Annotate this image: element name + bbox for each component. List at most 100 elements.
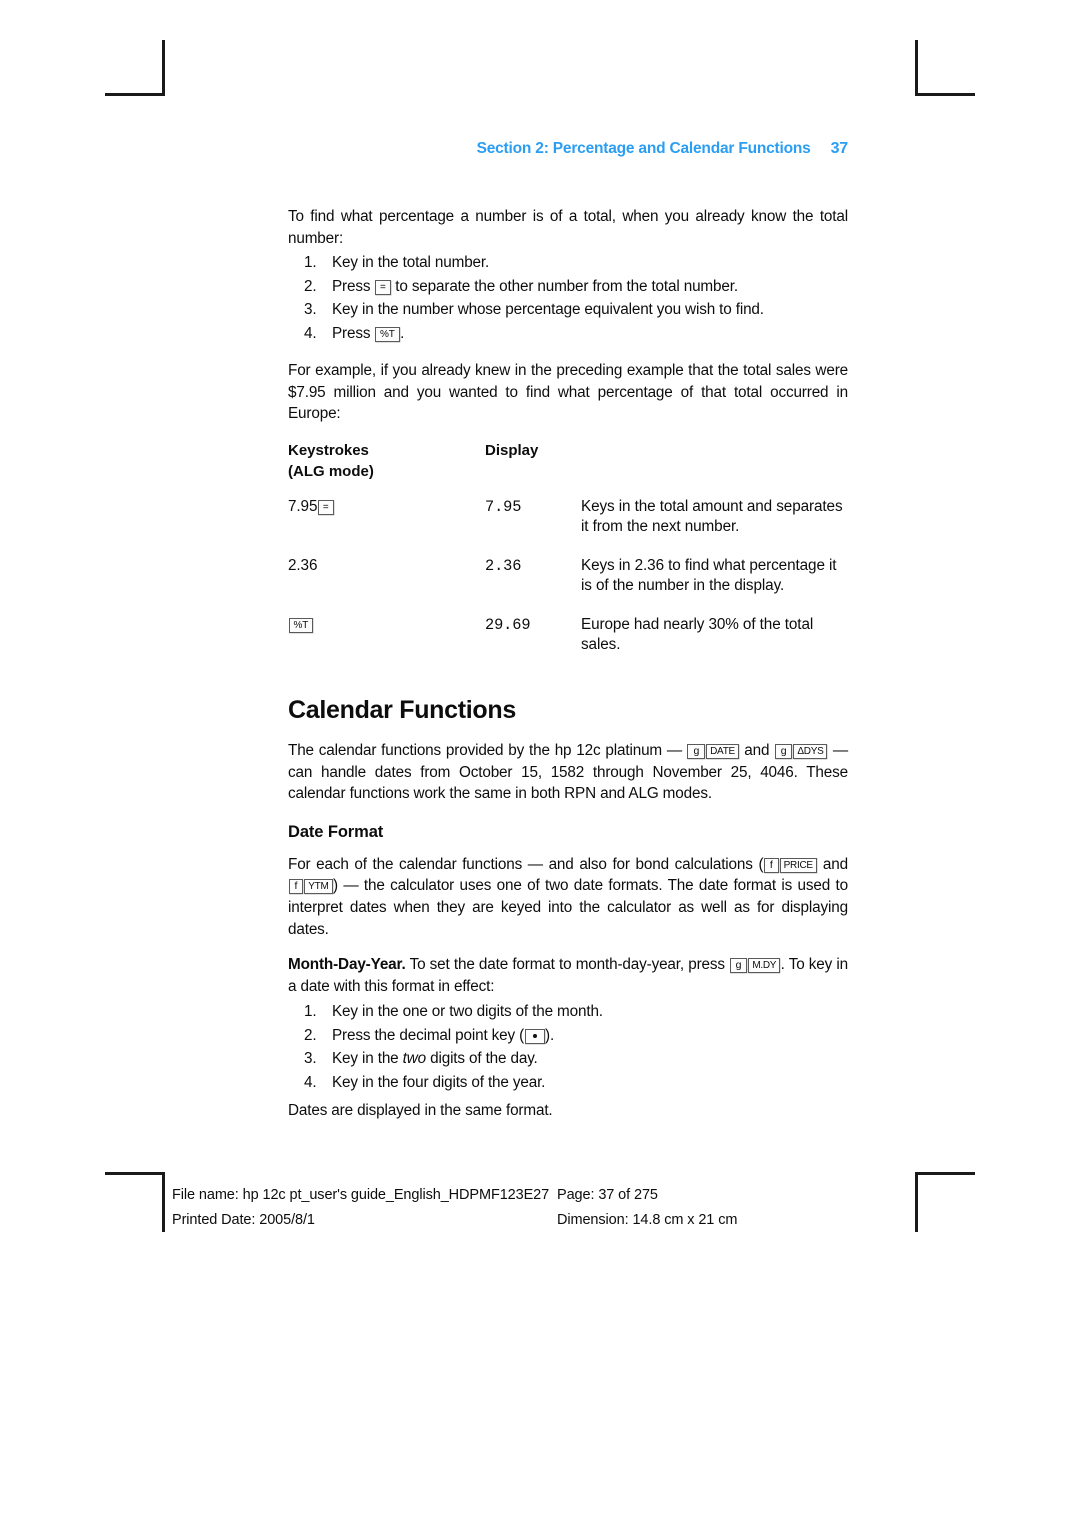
cell-keystrokes: 2.36 [288, 556, 485, 615]
calculator-key-percent-t: %T [374, 326, 400, 342]
crop-mark-top-right [915, 40, 975, 98]
list-item-text: Press [332, 277, 375, 295]
table-row: %T 29.69 Europe had nearly 30% of the to… [288, 615, 848, 674]
date-format-paragraph: For each of the calendar functions — and… [288, 854, 848, 940]
keystroke-text: 7.95 [288, 497, 318, 515]
calculator-key-g-mdy: g M.DY [729, 956, 781, 974]
list-item: 1. Key in the one or two digits of the mo… [288, 1000, 848, 1024]
list-item: 1. Key in the total number. [288, 251, 848, 275]
crop-mark-line [162, 40, 165, 96]
list-item: 2. Press the decimal point key (). [288, 1024, 848, 1048]
footer-row-1: File name: hp 12c pt_user's guide_Englis… [172, 1183, 872, 1208]
crop-mark-line [915, 93, 975, 96]
calculator-key-price: PRICE [779, 857, 817, 873]
list-item-number: 2. [304, 277, 317, 295]
month-day-year-paragraph-a: To set the date format to month-day-year… [405, 956, 730, 974]
list-item-number: 1. [304, 254, 317, 272]
list-item-text-after: to separate the other number from the to… [391, 277, 738, 295]
list-item-text: Press [332, 324, 375, 342]
crop-mark-line [915, 40, 918, 96]
example-paragraph: For example, if you already knew in the … [288, 362, 848, 423]
list-item: 3. Key in the two digits of the day. [288, 1047, 848, 1071]
column-header-keystrokes: Keystrokes (ALG mode) [288, 440, 485, 482]
calculator-key-date: DATE [706, 743, 739, 759]
month-day-year-lead: Month-Day-Year. [288, 956, 406, 974]
closing-paragraph: Dates are displayed in the same format. [288, 1102, 553, 1120]
footer-file-name: File name: hp 12c pt_user's guide_Englis… [172, 1187, 550, 1203]
decimal-dot-icon [532, 1033, 537, 1038]
list-item-number: 3. [304, 1050, 317, 1068]
list-item-text: Key in the [332, 1050, 403, 1068]
list-item-text: Key in the four digits of the year. [332, 1073, 546, 1091]
crop-mark-top-left [105, 40, 165, 98]
list-item-text-after: digits of the day. [426, 1050, 538, 1068]
calculator-key-g-date: g DATE [687, 742, 739, 759]
table-header-row: Keystrokes (ALG mode) Display [288, 440, 848, 482]
calculator-key-decimal-point [524, 1028, 545, 1044]
list-item-text-after: . [400, 324, 405, 342]
table-row: 2.36 2.36 Keys in 2.36 to find what perc… [288, 556, 848, 615]
list-item: 2. Press = to separate the other number f… [288, 275, 848, 299]
calculator-key-shift-f: f [763, 857, 779, 873]
list-item-emphasis: two [402, 1050, 427, 1068]
list-item-number: 3. [304, 301, 317, 319]
cell-display: 29.69 [485, 615, 531, 634]
page-title: Calendar Functions [288, 695, 516, 724]
date-format-paragraph-c: ) — the calculator uses one of two date … [288, 877, 848, 938]
crop-mark-bottom-right [915, 1172, 975, 1232]
calculator-key-delta-dys: ΔDYS [793, 743, 828, 759]
calculator-key-shift-f: f [288, 879, 304, 895]
list-item-number: 2. [304, 1026, 317, 1044]
list-item-text: Press the decimal point key ( [332, 1026, 525, 1044]
footer-page: Page: 37 of 275 [557, 1187, 658, 1203]
list-item-text-after: ). [545, 1026, 555, 1044]
cell-description: Europe had nearly 30% of the total sales… [581, 615, 814, 654]
intro-paragraph: To find what percentage a number is of a… [288, 208, 848, 247]
calculator-key-f-price: f PRICE [763, 856, 817, 873]
list-item-text: Key in the number whose percentage equiv… [332, 301, 764, 319]
date-format-paragraph-b: and [817, 855, 848, 873]
calculator-key-shift-g: g [687, 743, 706, 759]
list-item-text: Key in the total number. [332, 254, 490, 272]
calendar-paragraph-b: and [739, 741, 775, 759]
list-item: 4. Press %T. [288, 322, 848, 346]
footer-dimension: Dimension: 14.8 cm x 21 cm [557, 1212, 738, 1228]
calculator-key-mdy: M.DY [748, 958, 781, 974]
column-header-display-label: Display [485, 441, 539, 459]
column-header-keystrokes-line2: (ALG mode) [288, 462, 374, 480]
footer-row-2: Printed Date: 2005/8/1 Dimension: 14.8 c… [172, 1208, 872, 1233]
calculator-key-f-ytm: f YTM [288, 877, 333, 895]
cell-keystrokes: %T [288, 615, 485, 674]
cell-description: Keys in the total amount and separates i… [581, 497, 843, 536]
calculator-key-ytm: YTM [304, 879, 333, 895]
date-format-heading: Date Format [288, 822, 384, 841]
date-format-paragraph-a: For each of the calendar functions — and… [288, 855, 764, 873]
crop-mark-line [915, 1172, 975, 1175]
cell-display: 2.36 [485, 556, 522, 575]
keystroke-table: Keystrokes (ALG mode) Display 7.95 = 7.95… [288, 440, 848, 674]
cell-keystrokes: 7.95 = [288, 482, 485, 556]
page-content: To find what percentage a number is of a… [288, 0, 848, 1122]
intro-step-list: 1. Key in the total number. 2. Press = to … [288, 251, 848, 345]
list-item-text: Key in the one or two digits of the mont… [332, 1003, 603, 1021]
calculator-key-equals: = [374, 279, 391, 295]
list-item: 3. Key in the number whose percentage equ… [288, 298, 848, 322]
calculator-key-percent-t: %T [288, 617, 314, 633]
list-item-number: 1. [304, 1003, 317, 1021]
month-day-year-paragraph: Month-Day-Year. To set the date format t… [288, 954, 848, 997]
cell-display: 7.95 [485, 497, 522, 516]
calendar-paragraph: The calendar functions provided by the h… [288, 740, 848, 805]
crop-mark-line [162, 1172, 165, 1232]
column-header-display: Display [485, 440, 848, 482]
month-day-year-step-list: 1. Key in the one or two digits of the mo… [288, 1000, 848, 1094]
table-row: 7.95 = 7.95 Keys in the total amount and … [288, 482, 848, 556]
list-item: 4. Key in the four digits of the year. [288, 1071, 848, 1095]
crop-mark-line [105, 1172, 165, 1175]
calculator-key-shift-g: g [729, 958, 748, 974]
calculator-key-g-delta-dys: g ΔDYS [774, 742, 828, 759]
crop-mark-line [105, 93, 165, 96]
crop-mark-bottom-left [105, 1172, 165, 1232]
cell-description: Keys in 2.36 to find what percentage it … [581, 556, 837, 595]
list-item-number: 4. [304, 1073, 317, 1091]
keystroke-text: 2.36 [288, 556, 318, 574]
